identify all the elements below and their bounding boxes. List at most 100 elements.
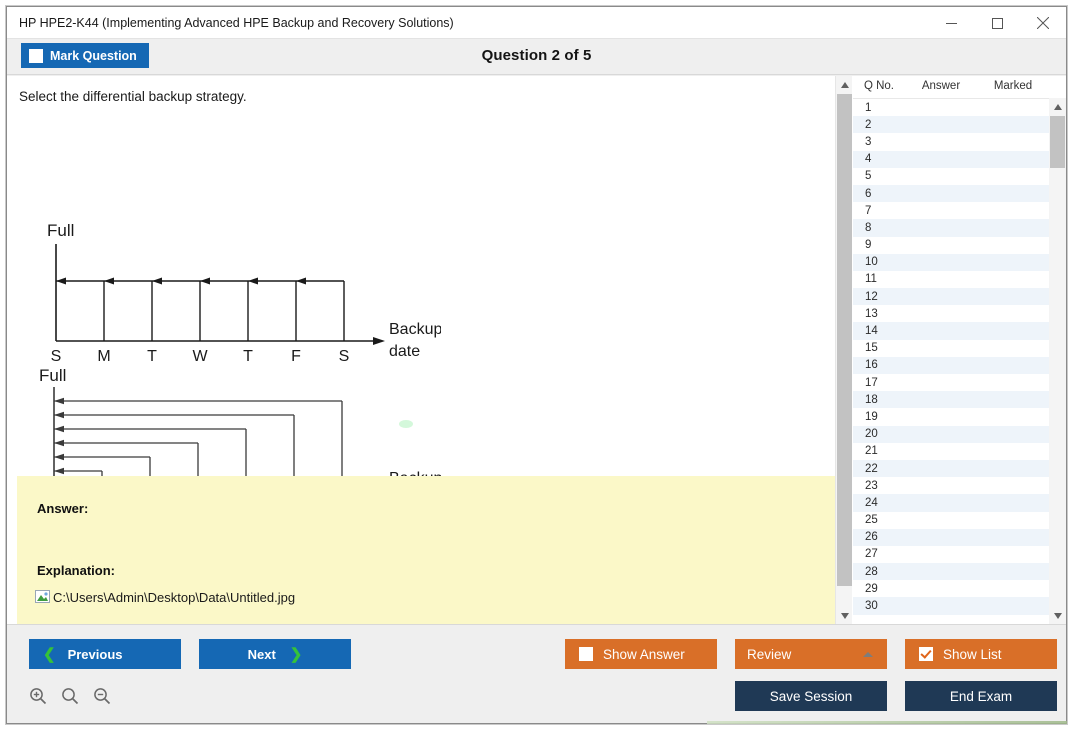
table-row[interactable]: 15: [853, 340, 1066, 357]
row-question-number: 5: [853, 170, 905, 182]
table-row[interactable]: 14: [853, 322, 1066, 339]
question-list-scrollbar[interactable]: [1049, 98, 1066, 624]
table-row[interactable]: 18: [853, 391, 1066, 408]
zoom-in-icon[interactable]: [29, 687, 47, 705]
show-answer-label: Show Answer: [603, 647, 685, 662]
table-row[interactable]: 29: [853, 580, 1066, 597]
svg-text:date: date: [389, 343, 420, 360]
row-question-number: 22: [853, 463, 905, 475]
chevron-right-icon: ❯: [290, 647, 303, 662]
broken-image-icon: [35, 589, 51, 605]
row-question-number: 23: [853, 480, 905, 492]
table-row[interactable]: 24: [853, 494, 1066, 511]
previous-button[interactable]: ❮ Previous: [29, 639, 181, 669]
row-question-number: 15: [853, 342, 905, 354]
table-row[interactable]: 16: [853, 357, 1066, 374]
scroll-up-icon[interactable]: [836, 76, 853, 93]
table-row[interactable]: 5: [853, 168, 1066, 185]
row-question-number: 6: [853, 188, 905, 200]
table-row[interactable]: 9: [853, 237, 1066, 254]
row-question-number: 24: [853, 497, 905, 509]
question-list-header: Q No. Answer Marked: [853, 76, 1066, 98]
save-session-button[interactable]: Save Session: [735, 681, 887, 711]
close-icon[interactable]: [1020, 7, 1066, 39]
table-row[interactable]: 23: [853, 477, 1066, 494]
row-question-number: 30: [853, 600, 905, 612]
row-question-number: 21: [853, 445, 905, 457]
question-list-body[interactable]: 1234567891011121314151617181920212223242…: [853, 98, 1066, 624]
end-exam-button[interactable]: End Exam: [905, 681, 1057, 711]
review-dropdown[interactable]: Review: [735, 639, 887, 669]
footer-toolbar: ❮ Previous Next ❯ Show Answer Review Sho…: [7, 624, 1066, 723]
content-scroll-thumb[interactable]: [837, 94, 852, 586]
table-row[interactable]: 12: [853, 288, 1066, 305]
table-row[interactable]: 4: [853, 151, 1066, 168]
answer-explanation-panel: Answer: Explanation: C:\Users\Admin\Desk…: [17, 476, 835, 624]
question-list-panel: Q No. Answer Marked 12345678910111213141…: [853, 76, 1066, 624]
table-row[interactable]: 17: [853, 374, 1066, 391]
table-row[interactable]: 26: [853, 529, 1066, 546]
row-question-number: 17: [853, 377, 905, 389]
table-row[interactable]: 2: [853, 116, 1066, 133]
broken-image-row: C:\Users\Admin\Desktop\Data\Untitled.jpg: [35, 589, 295, 605]
table-row[interactable]: 6: [853, 185, 1066, 202]
svg-text:T: T: [243, 348, 253, 361]
table-row[interactable]: 8: [853, 219, 1066, 236]
explanation-label: Explanation:: [37, 563, 115, 578]
chevron-left-icon: ❮: [43, 647, 56, 662]
zoom-out-icon[interactable]: [93, 687, 111, 705]
svg-text:Backup: Backup: [389, 321, 441, 338]
question-text: Select the differential backup strategy.: [19, 89, 247, 104]
row-question-number: 29: [853, 583, 905, 595]
table-row[interactable]: 19: [853, 408, 1066, 425]
svg-text:S: S: [339, 348, 350, 361]
table-row[interactable]: 28: [853, 563, 1066, 580]
table-row[interactable]: 30: [853, 597, 1066, 614]
table-row[interactable]: 13: [853, 305, 1066, 322]
table-row[interactable]: 3: [853, 133, 1066, 150]
answer-label: Answer:: [37, 501, 88, 516]
row-question-number: 16: [853, 359, 905, 371]
table-row[interactable]: 22: [853, 460, 1066, 477]
zoom-reset-icon[interactable]: [61, 687, 79, 705]
row-question-number: 9: [853, 239, 905, 251]
next-label: Next: [248, 647, 276, 662]
next-button[interactable]: Next ❯: [199, 639, 351, 669]
row-question-number: 13: [853, 308, 905, 320]
table-row[interactable]: 21: [853, 443, 1066, 460]
question-content-pane: Select the differential backup strategy.…: [7, 76, 835, 624]
table-row[interactable]: 11: [853, 271, 1066, 288]
row-question-number: 2: [853, 119, 905, 131]
svg-text:M: M: [97, 348, 110, 361]
row-question-number: 19: [853, 411, 905, 423]
list-scroll-thumb[interactable]: [1050, 116, 1065, 168]
table-row[interactable]: 1: [853, 99, 1066, 116]
minimize-icon[interactable]: [928, 7, 974, 39]
row-question-number: 18: [853, 394, 905, 406]
maximize-icon[interactable]: [974, 7, 1020, 39]
row-question-number: 4: [853, 153, 905, 165]
list-scroll-down-icon[interactable]: [1049, 607, 1066, 624]
scroll-down-icon[interactable]: [836, 607, 853, 624]
show-answer-button[interactable]: Show Answer: [565, 639, 717, 669]
chevron-up-icon: [863, 652, 873, 657]
row-question-number: 3: [853, 136, 905, 148]
table-row[interactable]: 27: [853, 546, 1066, 563]
show-list-checkbox-icon[interactable]: [919, 647, 933, 661]
column-header-answer: Answer: [905, 76, 977, 98]
svg-text:Full: Full: [47, 221, 74, 240]
table-row[interactable]: 20: [853, 426, 1066, 443]
table-row[interactable]: 25: [853, 512, 1066, 529]
show-answer-checkbox-icon[interactable]: [579, 647, 593, 661]
svg-text:Full: Full: [39, 366, 66, 385]
show-list-button[interactable]: Show List: [905, 639, 1057, 669]
column-header-marked: Marked: [977, 76, 1049, 98]
row-question-number: 25: [853, 514, 905, 526]
page-title: Question 2 of 5: [7, 47, 1066, 64]
list-scroll-up-icon[interactable]: [1049, 98, 1066, 115]
end-exam-label: End Exam: [950, 689, 1012, 704]
content-scrollbar[interactable]: [835, 76, 852, 624]
body-area: Select the differential backup strategy.…: [7, 76, 1066, 624]
table-row[interactable]: 10: [853, 254, 1066, 271]
table-row[interactable]: 7: [853, 202, 1066, 219]
